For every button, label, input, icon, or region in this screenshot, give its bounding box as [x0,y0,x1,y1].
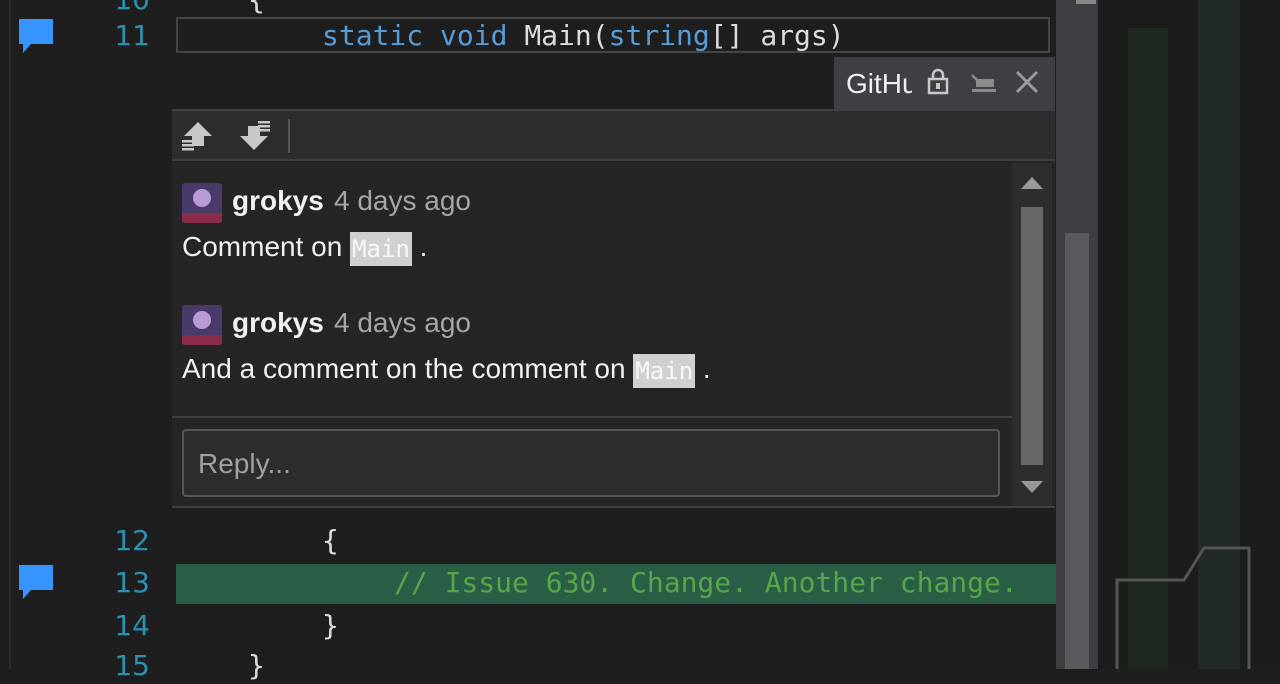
comment-timestamp: 4 days ago [334,307,471,338]
line-number: 13 [114,566,150,599]
code-line-14[interactable]: } [322,608,339,644]
line-number: 14 [114,609,150,642]
comment: grokys 4 days ago Comment on Main . [182,183,1002,267]
comment-author[interactable]: grokys [232,185,324,217]
code-line-11[interactable]: static void Main(string[] args) [322,18,845,54]
divider [172,416,1012,418]
type-name: string [608,19,710,52]
editor-scrollbar[interactable] [1056,0,1098,669]
line-number: 11 [114,19,150,52]
code-line-13[interactable]: // Issue 630. Change. Another change. [394,565,1054,601]
comment-author[interactable]: grokys [232,307,324,339]
reply-input[interactable] [196,441,980,487]
avatar[interactable] [182,305,222,345]
parameters: [] args) [709,19,845,52]
comment: grokys 4 days ago And a comment on the c… [182,305,1002,389]
comment-glyph-icon[interactable] [17,563,55,601]
scrollbar-marker [1076,0,1096,4]
scrollbar-thumb[interactable] [1065,233,1089,669]
comment-timestamp: 4 days ago [334,185,471,216]
peek-toolbar [172,111,1055,161]
minimap[interactable] [1098,0,1280,669]
peek-tab-title: GitHub [846,68,912,99]
line-number: 12 [114,524,150,557]
scroll-up-icon[interactable] [1021,177,1043,189]
reply-box [182,429,1000,497]
pin-icon[interactable] [968,67,998,97]
line-number: 10 [100,0,150,18]
comment-peek-panel: grokys 4 days ago Comment on Main . grok… [172,109,1055,508]
comment-text: Comment on [182,231,351,262]
keyword: static [322,19,424,52]
avatar[interactable] [182,183,222,223]
comment-glyph-icon[interactable] [17,17,55,55]
keyword: void [440,19,508,52]
peek-tab[interactable]: GitHub [834,57,1055,109]
close-icon[interactable] [1012,67,1042,97]
scrollbar-thumb[interactable] [1021,207,1043,465]
next-comment-icon[interactable] [236,120,272,152]
code-line-10[interactable]: { [248,0,265,18]
scroll-down-icon[interactable] [1021,481,1043,493]
code-line-15[interactable]: } [248,648,265,684]
comment-text: . [411,231,428,262]
method-name: Main( [524,19,609,52]
previous-comment-icon[interactable] [180,120,216,152]
toolbar-separator [288,119,290,153]
lock-icon[interactable] [923,67,953,97]
comment-text: . [695,353,711,384]
inline-code: Main [633,353,696,388]
minimap-outline [1115,546,1251,669]
line-number: 15 [114,649,150,682]
comment-body: Comment on Main . [182,227,1002,267]
comments-scrollbar[interactable] [1012,163,1052,506]
inline-code: Main [350,231,412,266]
margin-edge [9,0,11,669]
comment-body: And a comment on the comment on Main . [182,349,1002,389]
comment-text: And a comment on the comment on [182,353,634,384]
code-line-12[interactable]: { [322,523,339,559]
